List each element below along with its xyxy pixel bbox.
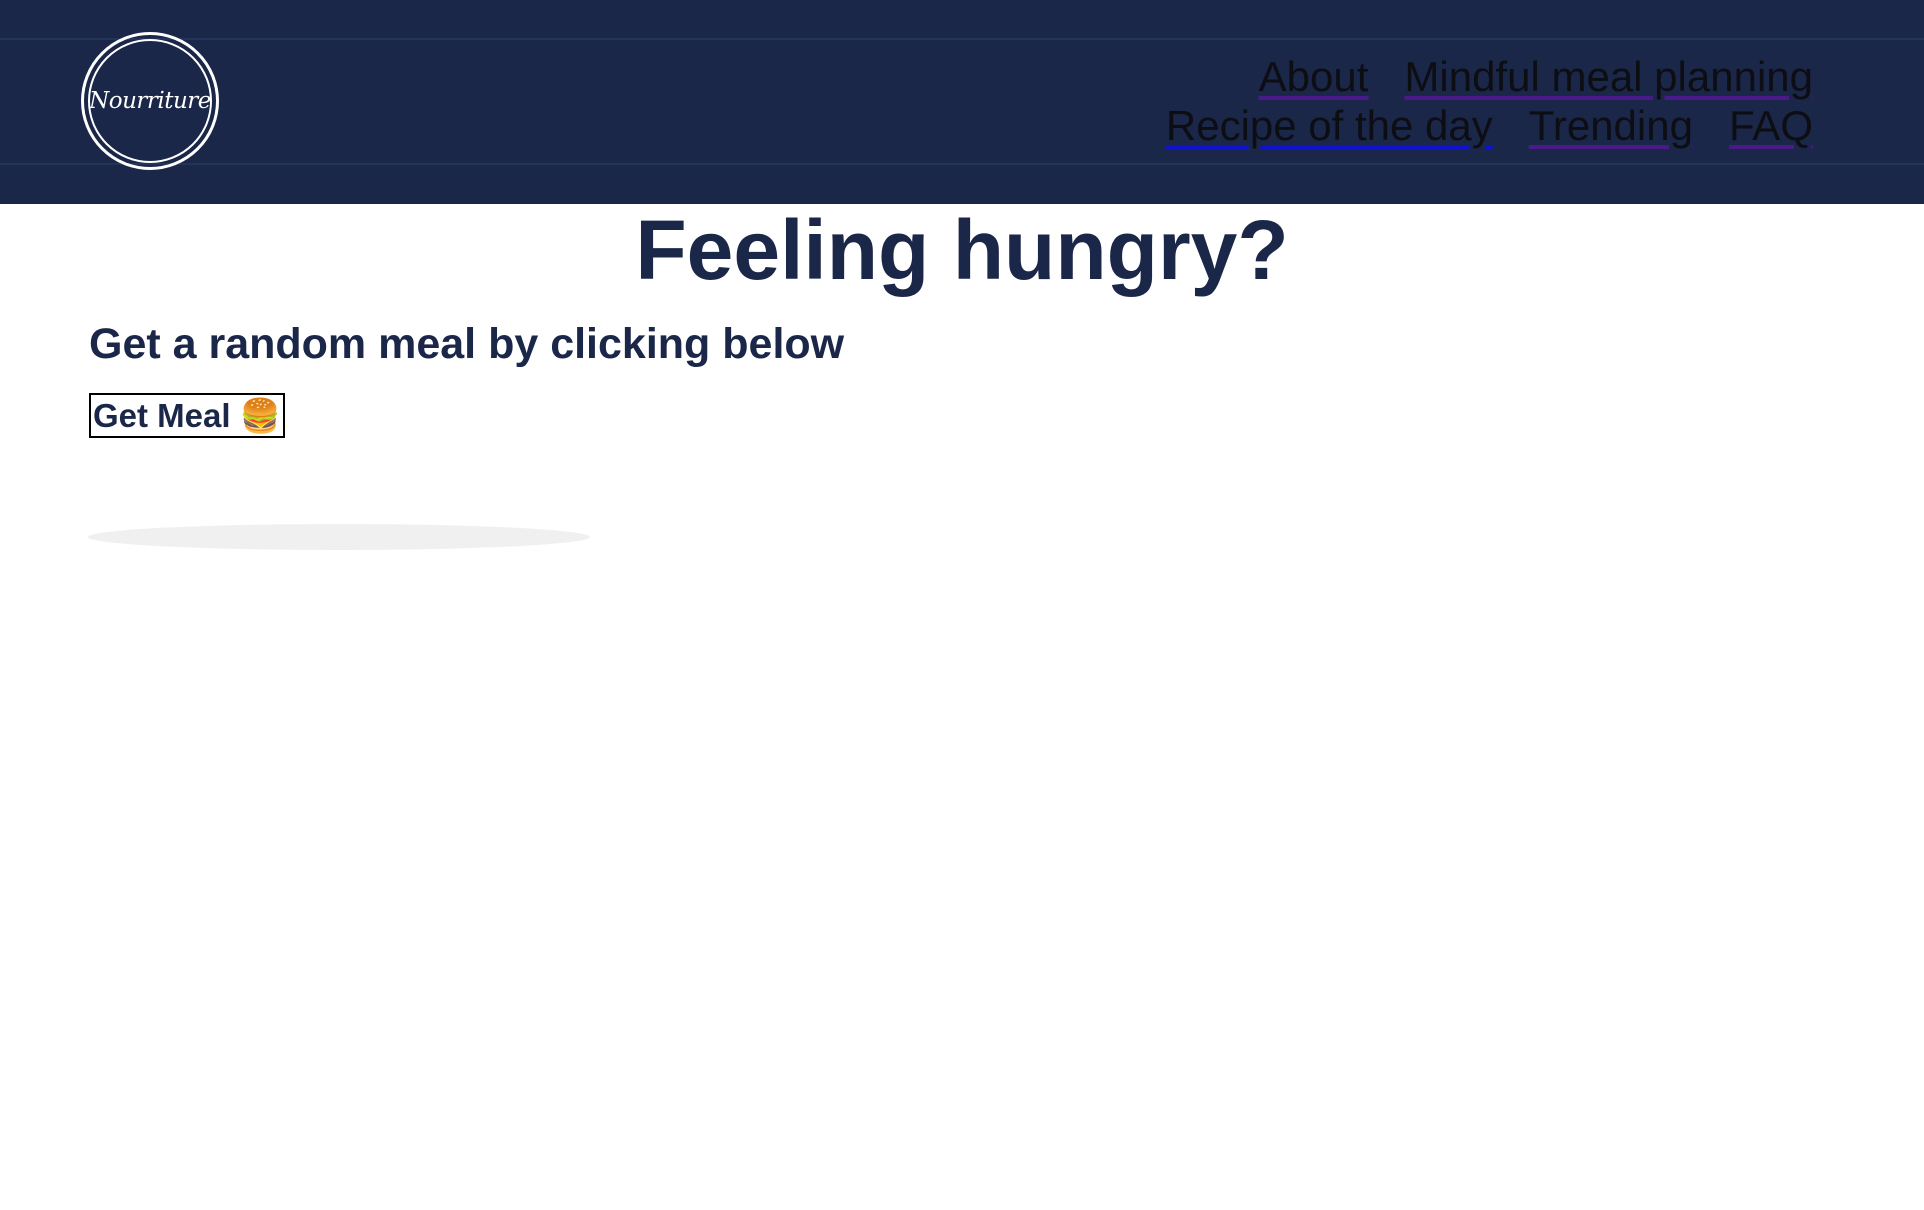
- header-divider-top: [0, 38, 1924, 40]
- nav-link-recipe-of-the-day[interactable]: Recipe of the day: [1166, 102, 1493, 149]
- nav-link-mindful-meal-planning[interactable]: Mindful meal planning: [1404, 53, 1813, 100]
- nav-link-faq[interactable]: FAQ: [1729, 102, 1813, 149]
- get-meal-button[interactable]: Get Meal 🍔: [89, 393, 285, 438]
- nav-link-trending[interactable]: Trending: [1529, 102, 1693, 149]
- header-divider-bottom: [0, 163, 1924, 165]
- nav-row-2: Recipe of the day Trending FAQ: [1130, 101, 1813, 150]
- meal-placeholder-shadow: [88, 524, 590, 550]
- nav-row-1: About Mindful meal planning: [1130, 52, 1813, 101]
- main-nav: About Mindful meal planning Recipe of the…: [1130, 52, 1813, 150]
- nourriture-logo[interactable]: Nourriture: [81, 32, 219, 170]
- page-title: Feeling hungry?: [635, 203, 1289, 297]
- page-subtitle: Get a random meal by clicking below: [89, 320, 845, 368]
- nav-link-about[interactable]: About: [1259, 53, 1369, 100]
- logo-inner-ring: Nourriture: [88, 39, 212, 163]
- logo-text: Nourriture: [89, 88, 211, 114]
- site-header: Nourriture About Mindful meal planning Re…: [0, 0, 1924, 204]
